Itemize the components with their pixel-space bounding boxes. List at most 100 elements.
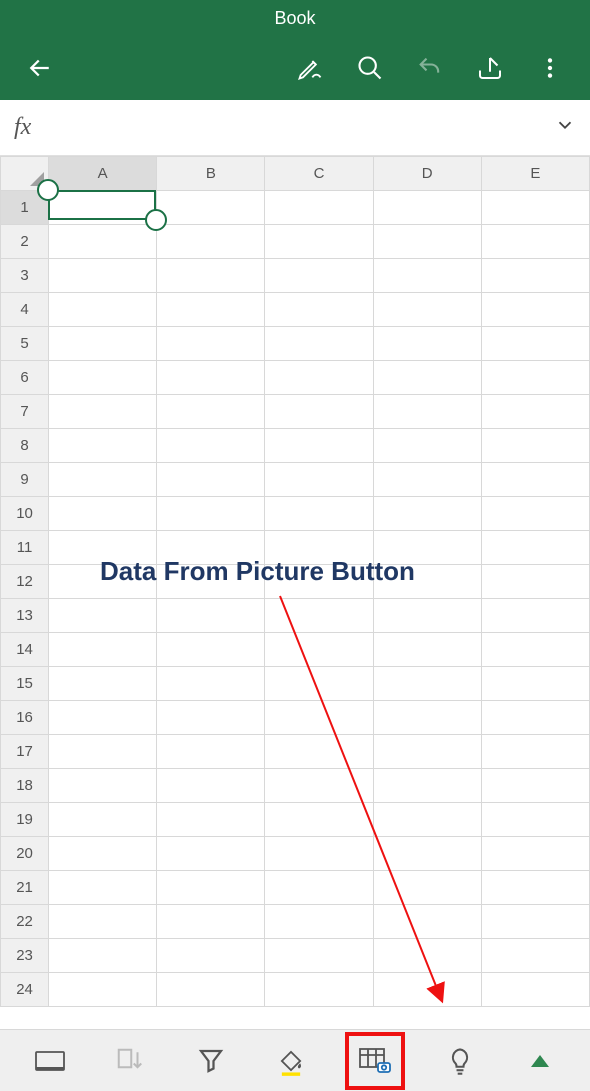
cell[interactable]: [373, 497, 481, 531]
filter-button[interactable]: [185, 1035, 237, 1087]
row-header-7[interactable]: 7: [1, 395, 49, 429]
cell[interactable]: [157, 633, 265, 667]
cell[interactable]: [373, 973, 481, 1007]
cell[interactable]: [265, 599, 373, 633]
cell[interactable]: [265, 395, 373, 429]
cell[interactable]: [373, 769, 481, 803]
cell[interactable]: [157, 463, 265, 497]
undo-button[interactable]: [406, 44, 454, 92]
selection-handle-bottom-right[interactable]: [145, 209, 167, 231]
cell[interactable]: [373, 191, 481, 225]
cell[interactable]: [157, 293, 265, 327]
row-header-4[interactable]: 4: [1, 293, 49, 327]
cell[interactable]: [49, 871, 157, 905]
cell[interactable]: [265, 259, 373, 293]
cell[interactable]: [49, 973, 157, 1007]
cell[interactable]: [265, 701, 373, 735]
row-header-5[interactable]: 5: [1, 327, 49, 361]
column-header-B[interactable]: B: [157, 157, 265, 191]
cell[interactable]: [49, 429, 157, 463]
cell[interactable]: [265, 463, 373, 497]
cell[interactable]: [265, 871, 373, 905]
cell[interactable]: [157, 259, 265, 293]
cell[interactable]: [49, 225, 157, 259]
cell[interactable]: [49, 939, 157, 973]
cell[interactable]: [481, 259, 589, 293]
column-header-D[interactable]: D: [373, 157, 481, 191]
cell[interactable]: [373, 327, 481, 361]
cell[interactable]: [157, 497, 265, 531]
cell[interactable]: [481, 905, 589, 939]
cell[interactable]: [49, 497, 157, 531]
back-button[interactable]: [16, 44, 64, 92]
cell[interactable]: [373, 429, 481, 463]
cell[interactable]: [265, 327, 373, 361]
cell[interactable]: [265, 633, 373, 667]
cell[interactable]: [265, 769, 373, 803]
cell[interactable]: [481, 463, 589, 497]
row-header-2[interactable]: 2: [1, 225, 49, 259]
cell[interactable]: [49, 191, 157, 225]
cell[interactable]: [481, 871, 589, 905]
cell[interactable]: [481, 565, 589, 599]
data-from-picture-button[interactable]: [345, 1032, 405, 1090]
cell[interactable]: [481, 769, 589, 803]
row-header-18[interactable]: 18: [1, 769, 49, 803]
row-header-22[interactable]: 22: [1, 905, 49, 939]
cell[interactable]: [157, 803, 265, 837]
cell[interactable]: [157, 429, 265, 463]
row-header-16[interactable]: 16: [1, 701, 49, 735]
cell[interactable]: [373, 667, 481, 701]
row-header-10[interactable]: 10: [1, 497, 49, 531]
cell[interactable]: [49, 803, 157, 837]
cell[interactable]: [373, 361, 481, 395]
cell[interactable]: [157, 225, 265, 259]
cell[interactable]: [373, 837, 481, 871]
row-header-13[interactable]: 13: [1, 599, 49, 633]
cell[interactable]: [49, 259, 157, 293]
cell[interactable]: [265, 667, 373, 701]
cell[interactable]: [373, 293, 481, 327]
row-header-11[interactable]: 11: [1, 531, 49, 565]
column-header-E[interactable]: E: [481, 157, 589, 191]
cell[interactable]: [481, 293, 589, 327]
column-header-C[interactable]: C: [265, 157, 373, 191]
cell[interactable]: [265, 225, 373, 259]
cell[interactable]: [373, 735, 481, 769]
cell[interactable]: [265, 939, 373, 973]
row-header-21[interactable]: 21: [1, 871, 49, 905]
cell[interactable]: [157, 837, 265, 871]
cell[interactable]: [481, 225, 589, 259]
cell[interactable]: [481, 327, 589, 361]
sort-button[interactable]: [104, 1035, 156, 1087]
cell[interactable]: [265, 905, 373, 939]
cell[interactable]: [373, 225, 481, 259]
cell[interactable]: [49, 905, 157, 939]
cell[interactable]: [157, 701, 265, 735]
row-header-8[interactable]: 8: [1, 429, 49, 463]
cell[interactable]: [373, 633, 481, 667]
cell[interactable]: [265, 429, 373, 463]
cell[interactable]: [157, 395, 265, 429]
cell[interactable]: [265, 837, 373, 871]
cell[interactable]: [49, 633, 157, 667]
expand-formula-button[interactable]: [554, 114, 576, 141]
search-button[interactable]: [346, 44, 394, 92]
row-header-6[interactable]: 6: [1, 361, 49, 395]
cell[interactable]: [265, 293, 373, 327]
sheet-area[interactable]: A B C D E 1 2 3 4 5 6 7 8 9 10 11 12 13 …: [0, 156, 590, 1029]
cell[interactable]: [481, 599, 589, 633]
cell[interactable]: [49, 667, 157, 701]
cell[interactable]: [373, 803, 481, 837]
cell[interactable]: [373, 395, 481, 429]
cell[interactable]: [481, 667, 589, 701]
cell[interactable]: [49, 837, 157, 871]
cell[interactable]: [49, 327, 157, 361]
row-header-20[interactable]: 20: [1, 837, 49, 871]
cell[interactable]: [49, 463, 157, 497]
cell[interactable]: [49, 599, 157, 633]
cell[interactable]: [373, 871, 481, 905]
cell[interactable]: [481, 803, 589, 837]
cell[interactable]: [481, 361, 589, 395]
cell[interactable]: [49, 395, 157, 429]
